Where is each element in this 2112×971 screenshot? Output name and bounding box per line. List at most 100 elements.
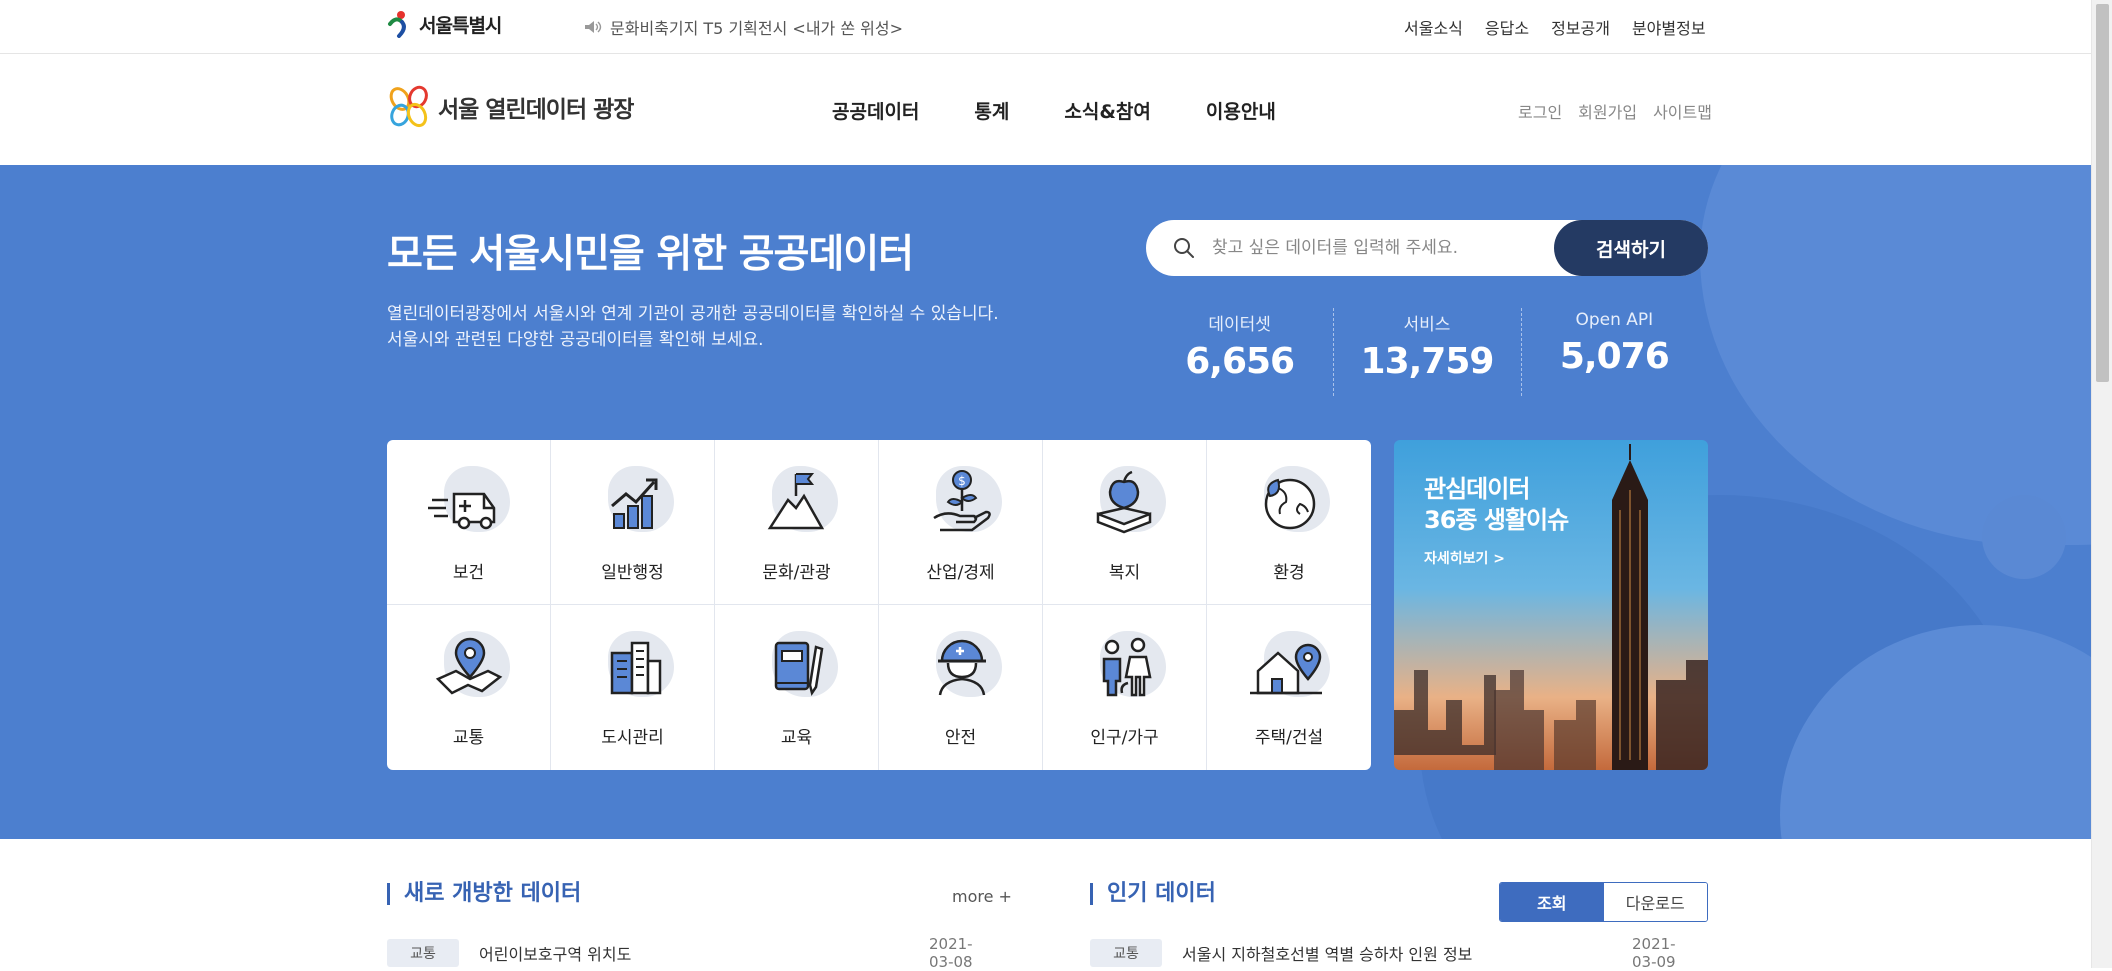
hero-title: 모든 서울시민을 위한 공공데이터 [387, 232, 914, 277]
ambulance-icon [427, 492, 495, 530]
category-transport[interactable]: 교통 [387, 605, 551, 770]
category-urban-management[interactable]: 도시관리 [551, 605, 715, 770]
category-grid: 보건 일반행정 문화/관광 $ 산업/경제 복지 환경 교통 도시관리 교육 안… [387, 440, 1371, 770]
category-label: 복지 [1108, 563, 1141, 583]
menu-news-participation[interactable]: 소식&참여 [1064, 97, 1151, 124]
open-data-logo-icon [389, 85, 428, 128]
category-industry-economy[interactable]: $ 산업/경제 [879, 440, 1043, 605]
category-population[interactable]: 인구/가구 [1043, 605, 1207, 770]
notice-ticker[interactable]: 문화비축기지 T5 기획전시 <내가 쏜 위성> [584, 15, 903, 39]
map-pin-icon [435, 637, 502, 695]
category-label: 보건 [452, 563, 485, 583]
sitemap-link[interactable]: 사이트맵 [1653, 99, 1712, 123]
util-link-news[interactable]: 서울소식 [1404, 15, 1463, 39]
search-bar: 검색하기 [1146, 220, 1708, 276]
new-data-title: 새로 개방한 데이터 [387, 883, 581, 905]
stat-label: 서비스 [1403, 315, 1451, 335]
category-badge: 교통 [1090, 939, 1162, 967]
category-culture-tourism[interactable]: 문화/관광 [715, 440, 879, 605]
category-label: 일반행정 [601, 563, 664, 583]
search-button[interactable]: 검색하기 [1554, 220, 1708, 276]
category-label: 환경 [1273, 563, 1305, 583]
category-label: 산업/경제 [926, 563, 995, 583]
data-title: 어린이보호구역 위치도 [479, 945, 632, 964]
category-label: 도시관리 [601, 728, 664, 748]
tab-downloads[interactable]: 다운로드 [1603, 883, 1707, 921]
data-date: 2021-03-08 [929, 935, 973, 971]
chart-growth-icon [610, 478, 657, 529]
category-housing[interactable]: 주택/건설 [1207, 605, 1371, 770]
hero-description: 열린데이터광장에서 서울시와 연계 기관이 공개한 공공데이터를 확인하실 수 … [387, 301, 999, 353]
hero-decoration [1700, 165, 2091, 545]
page-scrollbar[interactable] [2091, 0, 2112, 968]
menu-statistics[interactable]: 통계 [974, 97, 1009, 124]
category-administration[interactable]: 일반행정 [551, 440, 715, 605]
data-date: 2021-03-09 [1632, 935, 1676, 971]
banner-title-line: 36종 생활이슈 [1424, 506, 1569, 534]
mountain-flag-icon [767, 473, 824, 530]
banner-more-link[interactable]: 자세히보기 > [1424, 548, 1505, 568]
seoul-symbol-icon [388, 11, 406, 38]
seoul-city-logo[interactable]: 서울특별시 [387, 10, 502, 38]
money-plant-icon: $ [932, 470, 991, 532]
stat-dataset[interactable]: 데이터셋 6,656 [1146, 308, 1333, 398]
data-statistics: 데이터셋 6,656 서비스 13,759 Open API 5,076 [1146, 308, 1708, 398]
popular-data-list-item[interactable]: 교통 서울시 지하철호선별 역별 승하차 인원 정보 2021-03-09 [1090, 935, 1676, 971]
banner-title-line: 관심데이터 [1424, 475, 1530, 503]
category-welfare[interactable]: 복지 [1043, 440, 1207, 605]
svg-text:$: $ [958, 474, 966, 488]
category-label: 주택/건설 [1254, 728, 1324, 748]
login-link[interactable]: 로그인 [1518, 99, 1562, 123]
category-label: 교육 [780, 728, 813, 748]
category-safety[interactable]: 안전 [879, 605, 1043, 770]
buildings-icon [610, 641, 661, 695]
hero-section: 모든 서울시민을 위한 공공데이터 열린데이터광장에서 서울시와 연계 기관이 … [0, 165, 2091, 839]
signup-link[interactable]: 회원가입 [1578, 99, 1637, 123]
stat-value: 6,656 [1185, 341, 1295, 382]
site-logo[interactable]: 서울 열린데이터 광장 [386, 85, 634, 129]
popular-data-title: 인기 데이터 [1090, 883, 1216, 905]
notice-text: 문화비축기지 T5 기획전시 <내가 쏜 위성> [610, 19, 903, 38]
house-pin-icon [1250, 643, 1322, 695]
family-icon [1102, 637, 1152, 697]
stat-open-api[interactable]: Open API 5,076 [1520, 308, 1708, 398]
site-logo-text: 서울 열린데이터 광장 [438, 97, 634, 123]
menu-public-data[interactable]: 공공데이터 [832, 97, 919, 124]
category-badge: 교통 [387, 939, 459, 967]
hero-description-line: 서울시와 관련된 다양한 공공데이터를 확인해 보세요. [387, 330, 764, 350]
earth-leaf-icon [1264, 478, 1316, 530]
category-health[interactable]: 보건 [387, 440, 551, 605]
main-menu: 공공데이터 통계 소식&참여 이용안내 [832, 97, 1276, 124]
util-link-field-info[interactable]: 분야별정보 [1632, 15, 1706, 39]
interest-data-banner[interactable]: 관심데이터 36종 생활이슈 자세히보기 > [1394, 440, 1708, 770]
category-label: 안전 [944, 728, 977, 748]
utility-bar: 서울특별시 문화비축기지 T5 기획전시 <내가 쏜 위성> 서울소식 응답소 … [0, 0, 2091, 54]
data-title: 서울시 지하철호선별 역별 승하차 인원 정보 [1182, 945, 1473, 964]
search-input[interactable] [1210, 228, 1560, 268]
menu-usage-guide[interactable]: 이용안내 [1206, 97, 1276, 124]
stat-value: 5,076 [1559, 336, 1670, 377]
stat-value: 13,759 [1360, 341, 1495, 382]
seoul-logo-text: 서울특별시 [419, 14, 502, 37]
search-icon [1174, 238, 1194, 258]
banner-title: 관심데이터 36종 생활이슈 [1424, 474, 1569, 536]
popular-data-tabs: 조회 다운로드 [1499, 882, 1708, 922]
category-education[interactable]: 교육 [715, 605, 879, 770]
utility-links: 서울소식 응답소 정보공개 분야별정보 [1404, 15, 1706, 39]
util-link-eungdapso[interactable]: 응답소 [1485, 15, 1529, 39]
category-label: 문화/관광 [762, 563, 831, 583]
hero-description-line: 열린데이터광장에서 서울시와 연계 기관이 공개한 공공데이터를 확인하실 수 … [387, 304, 999, 324]
new-data-list-item[interactable]: 교통 어린이보호구역 위치도 2021-03-08 [387, 935, 973, 971]
stat-service[interactable]: 서비스 13,759 [1333, 308, 1520, 398]
notebook-pen-icon [774, 641, 823, 697]
new-data-more-link[interactable]: more + [952, 887, 1012, 906]
stat-label: Open API [1575, 310, 1654, 330]
stat-label: 데이터셋 [1208, 315, 1271, 335]
main-header: 서울 열린데이터 광장 공공데이터 통계 소식&참여 이용안내 로그인 회원가입… [0, 55, 2091, 165]
scrollbar-thumb[interactable] [2096, 4, 2109, 382]
category-environment[interactable]: 환경 [1207, 440, 1371, 605]
util-link-info-open[interactable]: 정보공개 [1551, 15, 1610, 39]
tab-views[interactable]: 조회 [1500, 883, 1604, 921]
hero-decoration [1982, 495, 2066, 579]
apple-book-icon [1096, 470, 1151, 534]
